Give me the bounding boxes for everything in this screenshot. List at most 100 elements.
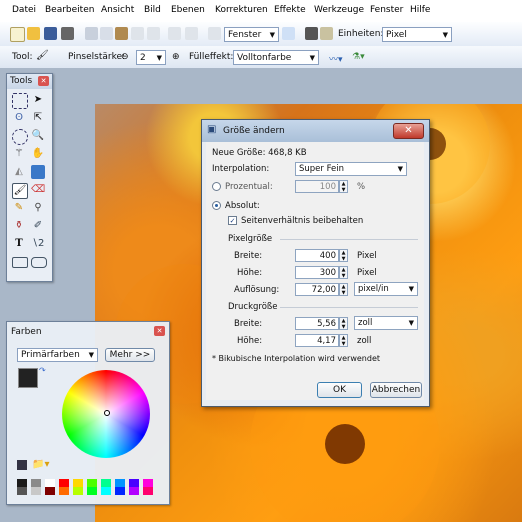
color-palette[interactable] — [17, 479, 157, 495]
lasso-icon[interactable]: ʘ — [12, 111, 26, 125]
print-unit-select[interactable]: zoll ▼ — [354, 316, 418, 330]
tools-panel-titlebar[interactable]: Tools ✕ — [7, 74, 52, 89]
palette-swatch[interactable] — [87, 479, 97, 487]
decrease-icon[interactable]: ⊖ — [121, 52, 129, 62]
palette-icon[interactable] — [17, 460, 27, 470]
menu-ebenen[interactable]: Ebenen — [171, 5, 205, 15]
magic-wand-icon[interactable]: ⚚ — [12, 147, 26, 161]
paintbrush-icon[interactable]: 🖌 — [12, 183, 28, 199]
window-zoom-select[interactable]: Fenster ▼ — [224, 27, 279, 42]
close-icon[interactable]: ✕ — [393, 123, 424, 139]
menu-datei[interactable]: Datei — [12, 5, 36, 15]
absolute-radio[interactable] — [212, 201, 221, 210]
cut-icon[interactable] — [85, 27, 98, 40]
color-mode-select[interactable]: Primärfarben ▼ — [17, 348, 98, 362]
pencil-icon[interactable]: ✎ — [12, 201, 26, 215]
deselect-icon[interactable] — [147, 27, 160, 40]
palette-swatch[interactable] — [31, 487, 41, 495]
print-icon[interactable] — [61, 27, 74, 40]
menu-effekte[interactable]: Effekte — [274, 5, 306, 15]
height-spinner-icon[interactable]: ▲ ▼ — [339, 266, 348, 279]
palette-swatch[interactable] — [115, 479, 125, 487]
paint-bucket-icon[interactable]: ◭ — [12, 165, 26, 179]
grid-icon[interactable] — [305, 27, 318, 40]
clone-stamp-icon[interactable]: ⚱ — [12, 219, 26, 233]
palette-swatch[interactable] — [73, 479, 83, 487]
move-selected-icon[interactable]: ⇱ — [31, 111, 45, 125]
menu-hilfe[interactable]: Hilfe — [410, 5, 430, 15]
interpolation-select[interactable]: Super Fein ▼ — [295, 162, 407, 176]
dialog-titlebar[interactable]: ▣ Größe ändern ✕ — [202, 120, 429, 142]
redo-icon[interactable] — [185, 27, 198, 40]
zoom-in-icon[interactable] — [282, 27, 295, 40]
color-wheel-cursor[interactable] — [104, 410, 110, 416]
units-select[interactable]: Pixel ▼ — [382, 27, 452, 42]
palette-swatch[interactable] — [129, 479, 139, 487]
palette-swatch[interactable] — [101, 487, 111, 495]
undo-icon[interactable] — [168, 27, 181, 40]
colors-panel-titlebar[interactable]: Farben ✕ — [7, 322, 169, 337]
ok-button[interactable]: OK — [317, 382, 362, 398]
print-width-spinner-icon[interactable]: ▲ ▼ — [339, 317, 348, 330]
palette-swatch[interactable] — [115, 487, 125, 495]
recolor-icon[interactable]: ✐ — [31, 219, 45, 233]
pan-icon[interactable]: ✋ — [31, 147, 45, 161]
paste-icon[interactable] — [115, 27, 128, 40]
menu-fenster[interactable]: Fenster — [370, 5, 403, 15]
palette-swatch[interactable] — [59, 487, 69, 495]
ruler-icon[interactable] — [320, 27, 333, 40]
close-icon[interactable]: ✕ — [38, 76, 49, 86]
width-spinner-icon[interactable]: ▲ ▼ — [339, 249, 348, 262]
copy-icon[interactable] — [100, 27, 113, 40]
palette-swatch[interactable] — [143, 479, 153, 487]
percent-spinner-icon[interactable]: ▲ ▼ — [339, 180, 348, 193]
rect-select-icon[interactable] — [12, 93, 28, 109]
resolution-spinner-icon[interactable]: ▲ ▼ — [339, 283, 348, 296]
palette-swatch[interactable] — [143, 487, 153, 495]
increase-icon[interactable]: ⊕ — [172, 52, 180, 62]
primary-color-swatch[interactable] — [18, 368, 38, 388]
menu-bearbeiten[interactable]: Bearbeiten — [45, 5, 94, 15]
brush-size-input[interactable]: 2 ▼ — [136, 50, 166, 65]
menu-korrekturen[interactable]: Korrekturen — [215, 5, 268, 15]
eraser-icon[interactable]: ⌫ — [31, 183, 45, 197]
brush-tool-icon[interactable]: 🖌 — [36, 50, 49, 61]
menu-ansicht[interactable]: Ansicht — [101, 5, 134, 15]
palette-swatch[interactable] — [129, 487, 139, 495]
ellipse-select-icon[interactable] — [12, 129, 28, 145]
zoom-icon[interactable] — [208, 27, 221, 40]
close-icon[interactable]: ✕ — [154, 326, 165, 336]
palette-menu-icon[interactable]: 📁▾ — [32, 459, 49, 470]
palette-swatch[interactable] — [17, 487, 27, 495]
palette-swatch[interactable] — [17, 479, 27, 487]
move-selection-icon[interactable]: ➤ — [31, 93, 45, 107]
line-curve-icon[interactable]: ∖2 — [31, 237, 45, 251]
percent-radio[interactable] — [212, 182, 221, 191]
height-input[interactable]: 300 — [295, 266, 339, 279]
palette-swatch[interactable] — [31, 479, 41, 487]
resolution-unit-select[interactable]: pixel/in ▼ — [354, 282, 418, 296]
new-file-icon[interactable] — [10, 27, 25, 42]
fill-select[interactable]: Volltonfarbe ▼ — [233, 50, 319, 65]
gradient-icon[interactable] — [31, 165, 45, 179]
print-width-input[interactable]: 5,56 — [295, 317, 339, 330]
print-height-spinner-icon[interactable]: ▲ ▼ — [339, 334, 348, 347]
percent-input[interactable]: 100 — [295, 180, 339, 193]
zoom-tool-icon[interactable]: 🔍 — [31, 129, 45, 143]
swap-colors-icon[interactable]: ↷ — [39, 366, 46, 375]
cancel-button[interactable]: Abbrechen — [370, 382, 422, 398]
palette-swatch[interactable] — [45, 487, 55, 495]
rectangle-icon[interactable] — [12, 257, 28, 268]
more-button[interactable]: Mehr >> — [105, 348, 155, 362]
resolution-input[interactable]: 72,00 — [295, 283, 339, 296]
text-tool-icon[interactable]: T — [12, 237, 26, 251]
palette-swatch[interactable] — [87, 487, 97, 495]
crop-icon[interactable] — [131, 27, 144, 40]
save-icon[interactable] — [44, 27, 57, 40]
menu-werkzeuge[interactable]: Werkzeuge — [314, 5, 364, 15]
palette-swatch[interactable] — [45, 479, 55, 487]
open-folder-icon[interactable] — [27, 27, 40, 40]
print-height-input[interactable]: 4,17 — [295, 334, 339, 347]
width-input[interactable]: 400 — [295, 249, 339, 262]
palette-swatch[interactable] — [59, 479, 69, 487]
